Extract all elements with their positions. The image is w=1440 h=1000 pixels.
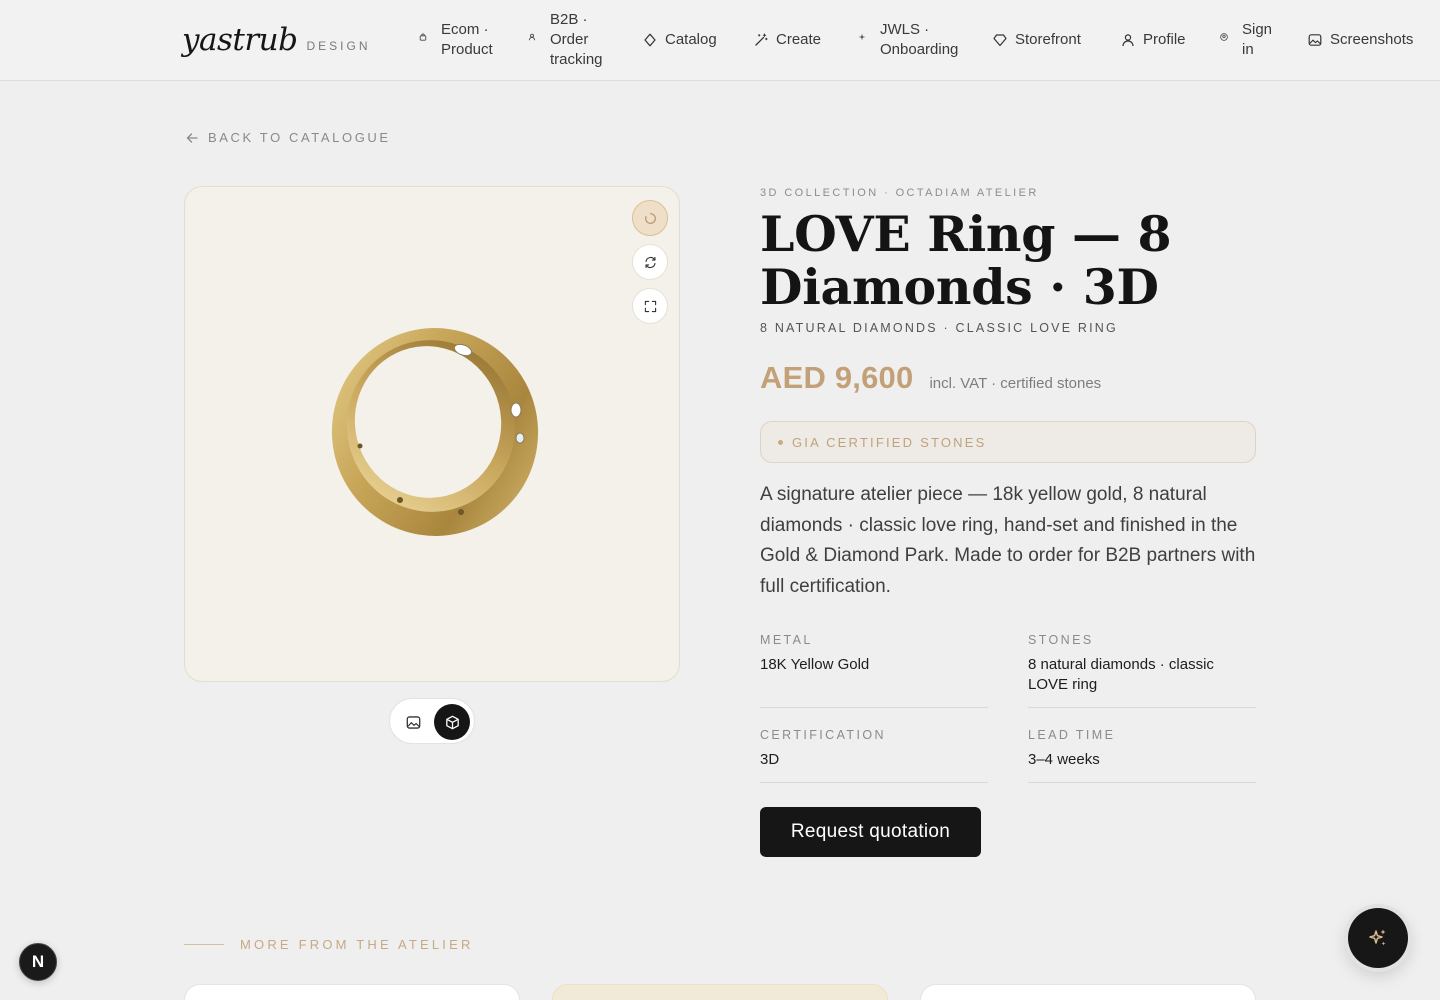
nav-label: Catalog <box>665 31 717 48</box>
spec-lead-time: LEAD TIME 3–4 weeks <box>1028 728 1256 783</box>
nav-label: Screenshots <box>1330 31 1414 48</box>
nav-item-catalog[interactable]: Catalog <box>643 30 717 50</box>
sparkle-small-icon <box>858 33 872 47</box>
spec-label: STONES <box>1028 633 1094 647</box>
collection-eyebrow: 3D COLLECTION · OCTADIAM ATELIER <box>760 187 1039 199</box>
product-3d-viewer[interactable] <box>184 186 680 682</box>
product-price: AED 9,600 <box>760 360 914 395</box>
section-divider-line <box>184 944 224 945</box>
nav-item-b2b-order-tracking[interactable]: B2B · Order tracking <box>528 10 603 70</box>
nav-item-sign-in[interactable]: Sign in <box>1220 20 1272 60</box>
product-title-line: Diamonds · 3D <box>760 258 1159 316</box>
nav-label: Profile <box>1143 31 1186 48</box>
nav-item-screenshots[interactable]: Screenshots <box>1308 30 1413 50</box>
nav-item-storefront[interactable]: Storefront <box>993 30 1081 50</box>
product-description: A signature atelier piece — 18k yellow g… <box>760 484 1256 597</box>
request-quotation-button[interactable]: Request quotation <box>760 807 981 857</box>
media-view-toggle <box>389 698 475 744</box>
rotate-button[interactable] <box>632 244 668 280</box>
spec-label: METAL <box>760 633 813 647</box>
nav-item-profile[interactable]: Profile <box>1121 30 1186 50</box>
nav-label: Storefront <box>1015 31 1081 48</box>
back-to-catalogue-link[interactable]: BACK TO CATALOGUE <box>186 130 391 145</box>
price-row: AED 9,600 incl. VAT · certified stones <box>760 360 1101 396</box>
related-product-card[interactable] <box>920 984 1256 1000</box>
arrow-left-icon <box>186 132 198 144</box>
related-product-card[interactable] <box>552 984 888 1000</box>
nav-label-line: JWLS · <box>880 21 930 38</box>
diamond-icon <box>643 33 657 47</box>
3d-view-button[interactable] <box>434 704 470 740</box>
spec-value: 3–4 weeks <box>1028 751 1100 768</box>
logo-subtitle: DESIGN <box>306 39 371 53</box>
product-title-line: LOVE Ring — 8 <box>760 205 1172 263</box>
product-subtitle: 8 NATURAL DIAMONDS · CLASSIC LOVE RING <box>760 321 1118 335</box>
image-view-icon <box>406 715 421 730</box>
sparkles-icon <box>1367 927 1389 949</box>
spec-certification: CERTIFICATION 3D <box>760 728 988 783</box>
nav-label-line: B2B · <box>550 11 588 28</box>
nav-label-line: tracking <box>550 51 603 68</box>
spec-label: CERTIFICATION <box>760 728 886 742</box>
nav-label-line: Onboarding <box>880 41 959 58</box>
rotate-icon <box>644 256 657 269</box>
user-small-icon <box>528 33 542 47</box>
fullscreen-icon <box>644 300 657 313</box>
nav-label-line: in <box>1242 41 1254 58</box>
spec-stones: STONES 8 natural diamonds · classic LOVE… <box>1028 633 1256 708</box>
loading-spinner-button[interactable] <box>632 200 668 236</box>
nav-label-line: Order <box>550 31 589 48</box>
price-note: incl. VAT · certified stones <box>929 375 1102 392</box>
spec-label: LEAD TIME <box>1028 728 1116 742</box>
nav-label-line: Product <box>441 41 493 58</box>
product-title: LOVE Ring — 8 Diamonds · 3D <box>760 208 1260 314</box>
gem-icon <box>993 33 1007 47</box>
badge-dot-icon <box>778 439 783 445</box>
brand-logo[interactable]: yastrub DESIGN <box>182 22 371 58</box>
account-circle-icon <box>1220 33 1234 47</box>
related-product-card[interactable] <box>184 984 520 1000</box>
top-navigation-bar: yastrub DESIGN Ecom · Product B2B · Orde… <box>0 0 1440 81</box>
nav-label-line: Ecom · <box>441 21 489 38</box>
spinner-icon <box>644 212 657 225</box>
spec-value: 18K Yellow Gold <box>760 656 870 673</box>
image-view-button[interactable] <box>395 704 431 740</box>
nav-label: Create <box>776 31 822 48</box>
fullscreen-button[interactable] <box>632 288 668 324</box>
ring-3d-render[interactable] <box>325 322 545 542</box>
ai-assistant-button[interactable] <box>1348 908 1408 968</box>
user-icon <box>1121 33 1135 47</box>
nav-item-create[interactable]: Create <box>754 30 821 50</box>
3d-cube-icon <box>445 715 460 730</box>
spec-metal: METAL 18K Yellow Gold <box>760 633 988 708</box>
nav-label-line: Sign <box>1242 21 1273 38</box>
more-section-heading: MORE FROM THE ATELIER <box>240 937 474 952</box>
bag-icon <box>419 33 433 47</box>
back-link-label: BACK TO CATALOGUE <box>208 130 391 145</box>
spec-value: 8 natural diamonds · classic LOVE ring <box>1028 656 1214 693</box>
spec-value: 3D <box>760 751 780 768</box>
wand-icon <box>754 33 768 47</box>
image-icon <box>1308 33 1322 47</box>
badge-label: GIA CERTIFIED STONES <box>792 434 987 450</box>
nav-item-jwls-onboarding[interactable]: JWLS · Onboarding <box>858 20 958 60</box>
nav-item-ecom-product[interactable]: Ecom · Product <box>419 20 493 60</box>
dev-tools-badge[interactable]: N <box>19 943 57 981</box>
logo-wordmark: yastrub <box>182 22 298 58</box>
certification-badge: GIA CERTIFIED STONES <box>760 421 1256 463</box>
